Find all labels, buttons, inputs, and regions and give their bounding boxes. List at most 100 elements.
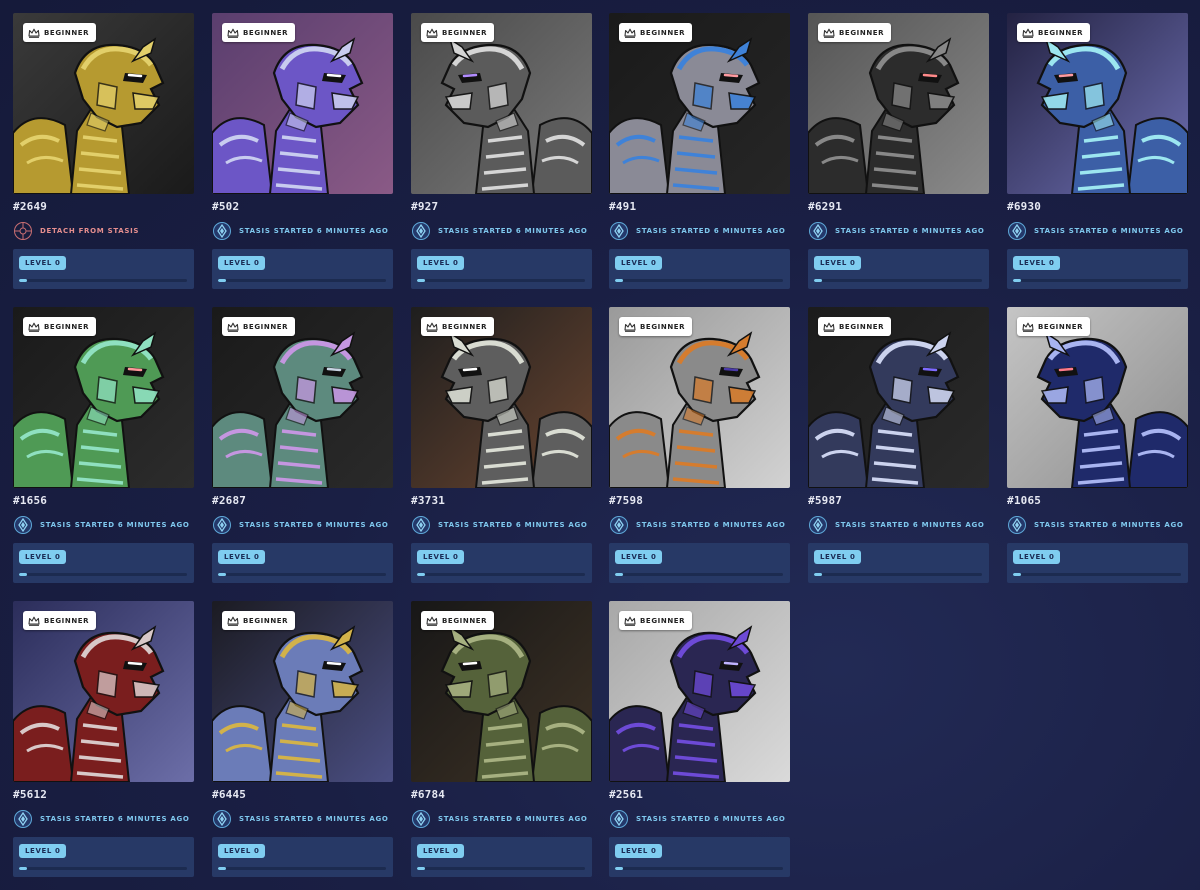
token-id: #6445 (212, 788, 247, 801)
level-progress-bar (218, 279, 386, 282)
nft-card-6784[interactable]: Beginner #6784 Stasis started 6 minutes … (411, 601, 592, 878)
nft-card-1065[interactable]: Beginner #1065 Stasis started 6 minutes … (1007, 307, 1188, 584)
level-badge: Level 0 (615, 256, 663, 270)
level-progress-bar (218, 573, 386, 576)
stasis-status-text: Stasis started 6 minutes ago (636, 227, 786, 235)
stasis-status-text: Stasis started 6 minutes ago (636, 521, 786, 529)
level-progress-bar (417, 573, 585, 576)
level-panel: Level 0 (1007, 249, 1188, 289)
level-panel: Level 0 (1007, 543, 1188, 583)
crown-icon (227, 616, 239, 626)
stasis-status: Stasis started 6 minutes ago (1007, 515, 1184, 535)
level-progress-bar (814, 573, 982, 576)
level-progress-fill (218, 867, 227, 870)
nft-card-491[interactable]: Beginner #491 Stasis started 6 minutes a… (609, 13, 790, 290)
stasis-status: Stasis started 6 minutes ago (411, 221, 588, 241)
nft-card-2649[interactable]: Beginner #2649 Detach from stasis Level … (13, 13, 194, 290)
detach-from-stasis-button[interactable]: Detach from stasis (13, 221, 139, 241)
crown-icon (28, 322, 40, 332)
level-badge: Level 0 (417, 256, 465, 270)
level-progress-bar (417, 279, 585, 282)
stasis-diamond-icon (213, 516, 231, 534)
token-id: #502 (212, 200, 240, 213)
stasis-diamond-icon (610, 222, 628, 240)
level-progress-bar (218, 867, 386, 870)
nft-card-3731[interactable]: Beginner #3731 Stasis started 6 minutes … (411, 307, 592, 584)
stasis-status: Stasis started 6 minutes ago (609, 809, 786, 829)
tier-label: Beginner (1038, 28, 1084, 37)
nft-card-6291[interactable]: Beginner #6291 Stasis started 6 minutes … (808, 13, 989, 290)
nft-card-1656[interactable]: Beginner #1656 Stasis started 6 minutes … (13, 307, 194, 584)
token-id: #7598 (609, 494, 644, 507)
nft-card-2687[interactable]: Beginner #2687 Stasis started 6 minutes … (212, 307, 393, 584)
level-progress-fill (19, 573, 28, 576)
token-id: #2561 (609, 788, 644, 801)
stasis-status: Stasis started 6 minutes ago (411, 515, 588, 535)
tier-label: Beginner (442, 28, 488, 37)
level-panel: Level 0 (609, 543, 790, 583)
stasis-status-text: Stasis started 6 minutes ago (239, 815, 389, 823)
stasis-status-text: Stasis started 6 minutes ago (438, 521, 588, 529)
tier-label: Beginner (442, 322, 488, 331)
level-panel: Level 0 (212, 837, 393, 877)
stasis-status: Stasis started 6 minutes ago (13, 809, 190, 829)
stasis-status-text: Stasis started 6 minutes ago (438, 815, 588, 823)
crown-icon (227, 322, 239, 332)
level-progress-fill (615, 573, 624, 576)
tier-badge: Beginner (619, 611, 693, 630)
nft-card-6445[interactable]: Beginner #6445 Stasis started 6 minutes … (212, 601, 393, 878)
stasis-status-text: Stasis started 6 minutes ago (40, 815, 190, 823)
tier-label: Beginner (442, 616, 488, 625)
token-id: #3731 (411, 494, 446, 507)
tier-badge: Beginner (421, 317, 495, 336)
level-progress-bar (615, 867, 783, 870)
tier-badge: Beginner (818, 23, 892, 42)
token-id: #2687 (212, 494, 247, 507)
stasis-status-text: Stasis started 6 minutes ago (835, 521, 985, 529)
nft-card-5987[interactable]: Beginner #5987 Stasis started 6 minutes … (808, 307, 989, 584)
nft-card-5612[interactable]: Beginner #5612 Stasis started 6 minutes … (13, 601, 194, 878)
nft-card-2561[interactable]: Beginner #2561 Stasis started 6 minutes … (609, 601, 790, 878)
stasis-status: Stasis started 6 minutes ago (212, 515, 389, 535)
token-id: #491 (609, 200, 637, 213)
level-progress-bar (19, 867, 187, 870)
level-badge: Level 0 (19, 844, 67, 858)
level-progress-fill (615, 279, 624, 282)
stasis-diamond-icon (213, 810, 231, 828)
token-id: #2649 (13, 200, 48, 213)
stasis-status-text: Stasis started 6 minutes ago (239, 227, 389, 235)
nft-card-7598[interactable]: Beginner #7598 Stasis started 6 minutes … (609, 307, 790, 584)
crown-icon (28, 616, 40, 626)
crown-icon (823, 28, 835, 38)
stasis-diamond-icon (610, 810, 628, 828)
crown-icon (28, 28, 40, 38)
token-id: #6930 (1007, 200, 1042, 213)
level-progress-fill (1013, 279, 1022, 282)
level-progress-bar (814, 279, 982, 282)
token-id: #927 (411, 200, 439, 213)
level-badge: Level 0 (1013, 256, 1061, 270)
nft-card-502[interactable]: Beginner #502 Stasis started 6 minutes a… (212, 13, 393, 290)
stasis-diamond-icon (412, 810, 430, 828)
nft-card-6930[interactable]: Beginner #6930 Stasis started 6 minutes … (1007, 13, 1188, 290)
nft-card-927[interactable]: Beginner #927 Stasis started 6 minutes a… (411, 13, 592, 290)
tier-badge: Beginner (23, 23, 97, 42)
crown-icon (426, 322, 438, 332)
level-panel: Level 0 (808, 249, 989, 289)
stasis-diamond-icon (809, 222, 827, 240)
level-progress-bar (19, 279, 187, 282)
tier-label: Beginner (243, 616, 289, 625)
crown-icon (1022, 322, 1034, 332)
token-id: #6784 (411, 788, 446, 801)
tier-label: Beginner (839, 322, 885, 331)
crown-icon (823, 322, 835, 332)
level-progress-fill (417, 867, 426, 870)
stasis-status: Stasis started 6 minutes ago (212, 221, 389, 241)
crown-icon (426, 28, 438, 38)
stasis-diamond-icon (412, 222, 430, 240)
level-progress-fill (814, 279, 823, 282)
stasis-status: Stasis started 6 minutes ago (411, 809, 588, 829)
level-progress-fill (615, 867, 624, 870)
level-panel: Level 0 (212, 249, 393, 289)
level-progress-bar (19, 573, 187, 576)
